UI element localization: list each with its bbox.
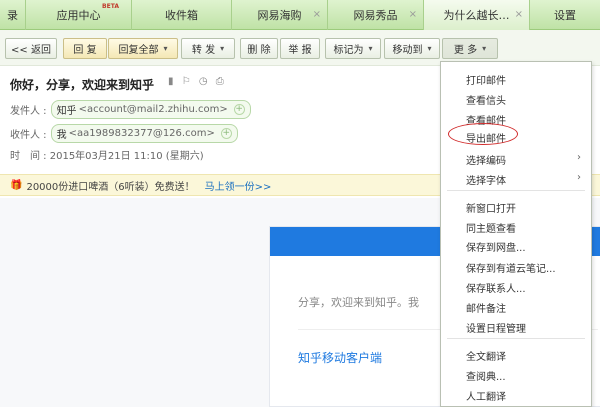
menu-item-translate-all[interactable]: 全文翻译 [466,348,506,363]
more-label: 更 多 [453,45,478,56]
reply-button[interactable]: 回 复 [63,38,107,59]
tab-label: 网易秀品 [353,9,398,22]
add-contact-icon[interactable]: + [233,104,245,115]
forward-label: 转 发 [191,45,216,56]
reply-label: 回 复 [73,45,97,56]
menu-divider [447,338,585,339]
delete-label: 删 除 [247,45,271,56]
forward-button[interactable]: 转 发 ▾ [181,38,235,59]
mail-subject: 你好，分享，欢迎来到知乎 [10,78,155,92]
tab-truncated[interactable]: 录 [0,0,26,30]
chevron-down-icon[interactable]: ▾ [482,44,486,53]
menu-item-save-youdao[interactable]: 保存到有道云笔记... [466,260,556,275]
sender-address: <account@mail2.zhihu.com> [78,104,228,115]
reply-all-button[interactable]: 回复全部 ▾ [108,38,178,59]
delete-button[interactable]: 删 除 [240,38,278,59]
more-button[interactable]: 更 多 ▾ [442,38,498,59]
tab-label: 应用中心 [56,9,101,22]
tab-current-mail[interactable]: 为什么越长… × [424,0,530,30]
recipient-name: 我 [56,130,67,141]
flag-icon[interactable]: ⚐ [182,76,191,87]
tab-label: 设置 [554,9,576,22]
tab-label: 网易海购 [257,9,302,22]
bookmark-icon[interactable]: ▮ [168,76,174,87]
close-icon[interactable]: × [515,9,523,20]
back-button[interactable]: << 返回 [5,38,57,59]
recipient-label: 收件人 : [10,130,47,141]
back-label: << 返回 [11,45,51,56]
menu-item-save-contact[interactable]: 保存联系人... [466,280,526,295]
menu-item-save-netdisk[interactable]: 保存到网盘... [466,239,526,254]
tab-label: 收件箱 [165,9,198,22]
menu-divider [447,190,585,191]
chevron-right-icon: › [577,172,581,183]
menu-item-schedule[interactable]: 设置日程管理 [466,320,526,335]
mark-as-label: 标记为 [333,45,364,56]
more-dropdown-menu: 打印邮件 查看信头 查看邮件 导出邮件 选择编码 › 选择字体 › 新窗口打开 … [440,61,592,407]
sender-chip[interactable]: 知乎 <account@mail2.zhihu.com> + [50,100,251,119]
card-text: 分享，欢迎来到知乎。我 [298,296,419,309]
move-to-button[interactable]: 移动到 ▾ [384,38,440,59]
gift-icon: 🎁 [10,179,23,191]
recipient-row: 收件人 : 我 <aa1989832377@126.com> + [10,124,238,143]
tab-netease-xiupin[interactable]: 网易秀品 × [328,0,424,30]
recipient-chip[interactable]: 我 <aa1989832377@126.com> + [50,124,238,143]
sender-label: 发件人 : [10,106,47,117]
menu-item-view-header[interactable]: 查看信头 [466,92,506,107]
card-link[interactable]: 知乎移动客户端 [298,349,382,366]
close-icon[interactable]: × [409,9,417,20]
close-icon[interactable]: × [313,9,321,20]
beta-badge: BETA [102,3,119,10]
reply-all-label: 回复全部 [118,45,159,56]
menu-item-open-new-window[interactable]: 新窗口打开 [466,200,516,215]
menu-item-human-translate[interactable]: 人工翻译 [466,388,506,403]
tab-netease-haigou[interactable]: 网易海购 × [232,0,328,30]
menu-item-mail-note[interactable]: 邮件备注 [466,300,506,315]
mail-time: 时 间 : 2015年03月21日 11:10 (星期六) [10,151,204,162]
add-contact-icon[interactable]: + [220,128,232,139]
sender-row: 发件人 : 知乎 <account@mail2.zhihu.com> + [10,100,251,119]
chevron-right-icon: › [577,152,581,163]
recipient-address: <aa1989832377@126.com> [68,128,215,139]
menu-item-select-encoding[interactable]: 选择编码 [466,152,506,167]
menu-item-dictionary[interactable]: 查阅典... [466,368,506,383]
tab-inbox[interactable]: 收件箱 [132,0,232,30]
chevron-down-icon[interactable]: ▾ [163,44,167,53]
ad-link[interactable]: 马上领一份>> [205,178,272,193]
chevron-down-icon[interactable]: ▾ [368,44,372,53]
chevron-down-icon[interactable]: ▾ [220,44,224,53]
menu-item-print[interactable]: 打印邮件 [466,72,506,87]
tab-bar: 录 应用中心 BETA 收件箱 网易海购 × 网易秀品 × 为什么越长… × 设置 [0,0,600,30]
highlight-circle [448,123,518,145]
move-to-label: 移动到 [392,45,423,56]
report-label: 举 报 [288,45,312,56]
mark-as-button[interactable]: 标记为 ▾ [325,38,381,59]
subject-actions: ▮ ⚐ ◷ ⎙ [168,76,229,87]
report-button[interactable]: 举 报 [280,38,320,59]
ad-text: 20000份进口啤酒（6听装）免费送！ [26,181,195,193]
sender-name: 知乎 [56,106,77,117]
tab-label: 为什么越长… [443,9,510,22]
clock-icon[interactable]: ◷ [199,76,208,87]
chevron-down-icon[interactable]: ▾ [427,44,431,53]
tab-settings[interactable]: 设置 [530,0,600,30]
menu-item-same-subject[interactable]: 同主题查看 [466,220,516,235]
tab-app-center[interactable]: 应用中心 BETA [26,0,132,30]
tab-label: 录 [7,9,18,22]
print-icon[interactable]: ⎙ [216,76,224,87]
menu-item-select-font[interactable]: 选择字体 [466,172,506,187]
